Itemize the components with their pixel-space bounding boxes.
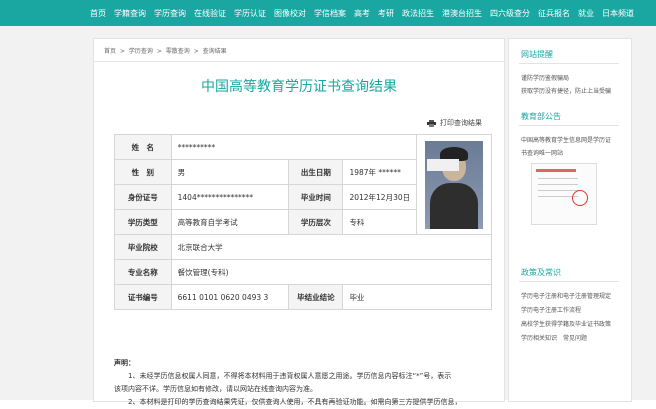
table-row: 姓 名 ********** (114, 134, 492, 235)
grad-time-value: 2012年12月30日 (342, 184, 418, 210)
result-value: 毕业 (342, 284, 492, 310)
page-title: 中国高等教育学历证书查询结果 (201, 79, 397, 95)
crumb-single-query[interactable]: 零散查询 (166, 48, 190, 55)
sidebar-link[interactable]: 学历电子注册和电子注册管理规定 (521, 291, 611, 300)
name-label: 姓 名 (114, 134, 172, 160)
table-row: 毕业院校 北京联合大学 (114, 234, 493, 260)
school-label: 毕业院校 (114, 234, 172, 260)
cert-value: 6611 0101 0620 0493 3 (170, 284, 290, 310)
sidebar-title-reminder: 网站提醒 (521, 50, 553, 59)
sidebar-link[interactable]: 书查询唯一网站 (521, 148, 563, 157)
nav-degree-query[interactable]: 学历查询 (154, 8, 186, 19)
print-label: 打印查询结果 (440, 119, 482, 127)
sidebar-link[interactable]: 学历电子注册工作流程 (521, 305, 581, 314)
nav-archive[interactable]: 学信档案 (314, 8, 346, 19)
sidebar-link[interactable]: 获取学历没有捷径，防止上当受骗 (521, 86, 611, 95)
sidebar-title-policy: 政策及常识 (521, 268, 561, 277)
nav-online-verify[interactable]: 在线验证 (194, 8, 226, 19)
nav-military[interactable]: 征兵报名 (538, 8, 570, 19)
gender-value: 男 (170, 159, 290, 185)
breadcrumb: 首页 > 学历查询 > 零散查询 > 查询结果 (104, 48, 227, 55)
sidebar-title-announcement: 教育部公告 (521, 112, 561, 121)
nav-japan[interactable]: 日本频道 (602, 8, 634, 19)
sidebar-link[interactable]: 谨防学历鉴假骗局 (521, 73, 569, 82)
result-panel: 首页 > 学历查询 > 零散查询 > 查询结果 中国高等教育学历证书查询结果 打… (93, 38, 505, 406)
nav-degree-cert[interactable]: 学历认证 (234, 8, 266, 19)
photo-cell (416, 134, 492, 235)
statement-line: 该项内容不详。学历信息如有修改，请以网站在线查询内容为准。 (114, 385, 317, 393)
print-button[interactable]: 打印查询结果 (427, 118, 482, 128)
nav-hmt-admission[interactable]: 港澳台招生 (442, 8, 482, 19)
id-label: 身份证号 (114, 184, 172, 210)
birth-value: 1987年 ****** (342, 159, 418, 185)
cert-label: 证书编号 (114, 284, 172, 310)
crumb-degree-query[interactable]: 学历查询 (129, 48, 153, 55)
id-value: 1404*************** (170, 184, 290, 210)
sidebar-link[interactable]: 学历相关知识 常见问题 (521, 333, 587, 342)
nav-enrollment-query[interactable]: 学籍查询 (114, 8, 146, 19)
statement-line: 1、未经学历信息权属人同意，不得将本材料用于违背权属人意愿之用途。学历信息内容标… (128, 372, 452, 380)
grad-time-label: 毕业时间 (288, 184, 344, 210)
student-photo (425, 140, 484, 229)
level-label: 学历层次 (288, 209, 344, 235)
major-label: 专业名称 (114, 259, 172, 285)
nav-law-admission[interactable]: 政法招生 (402, 8, 434, 19)
type-label: 学历类型 (114, 209, 172, 235)
table-row: 证书编号 6611 0101 0620 0493 3 毕结业结论 毕业 (114, 284, 492, 310)
sidebar-link[interactable]: 中国高等教育学生信息网是学历证 (521, 135, 611, 144)
nav-home[interactable]: 首页 (90, 8, 106, 19)
nav-cet-score[interactable]: 四六级查分 (490, 8, 530, 19)
table-row: 专业名称 餐饮管理(专科) (114, 259, 493, 285)
crumb-result: 查询结果 (202, 48, 227, 55)
result-label: 毕结业结论 (288, 284, 344, 310)
announcement-thumbnail[interactable] (531, 163, 597, 225)
sidebar-link[interactable]: 高校学生获得学籍及毕业证书政策 (521, 319, 611, 328)
top-navigation: 首页 学籍查询 学历查询 在线验证 学历认证 图像校对 学信档案 高考 考研 政… (0, 0, 656, 26)
printer-icon (427, 119, 436, 127)
nav-employment[interactable]: 就业 (578, 8, 594, 19)
school-value: 北京联合大学 (170, 234, 493, 260)
statement-line: 2、本材料是打印的学历查询结果凭证，仅供查询人使用，不具有再验证功能。如需向第三… (128, 398, 462, 406)
level-value: 专科 (342, 209, 418, 235)
result-table: 姓 名 ********** 性 别 男 出生日期 1987年 ****** 身… (114, 134, 493, 310)
nav-photo-check[interactable]: 图像校对 (274, 8, 306, 19)
nav-gaokao[interactable]: 高考 (354, 8, 370, 19)
crumb-home[interactable]: 首页 (104, 48, 116, 55)
name-value: ********** (170, 134, 418, 160)
birth-label: 出生日期 (288, 159, 344, 185)
statement: 声明： 1、未经学历信息权属人同意，不得将本材料用于违背权属人意愿之用途。学历信… (114, 357, 494, 409)
major-value: 餐饮管理(专科) (170, 259, 493, 285)
divider (94, 61, 504, 62)
seal-icon (572, 190, 588, 206)
page-body: 首页 > 学历查询 > 零散查询 > 查询结果 中国高等教育学历证书查询结果 打… (0, 26, 656, 406)
type-value: 高等教育自学考试 (170, 209, 290, 235)
statement-heading: 声明： (114, 359, 135, 367)
nav-kaoyan[interactable]: 考研 (378, 8, 394, 19)
sidebar: 网站提醒 谨防学历鉴假骗局 获取学历没有捷径，防止上当受骗 教育部公告 中国高等… (508, 38, 632, 402)
gender-label: 性 别 (114, 159, 172, 185)
